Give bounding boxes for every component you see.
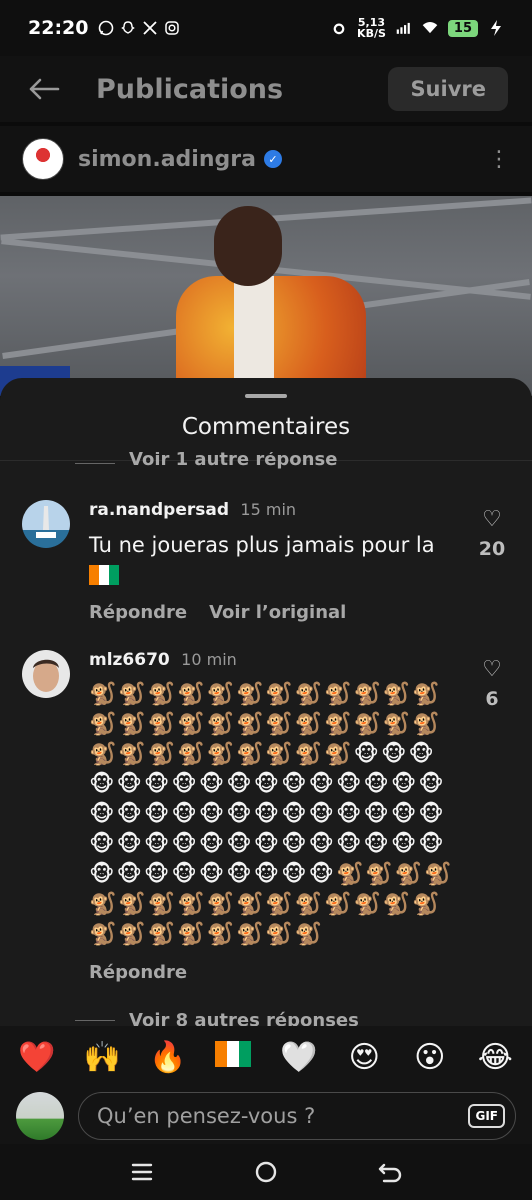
post-image[interactable] [0, 196, 532, 396]
comment-time: 10 min [181, 650, 237, 669]
battery-level: 15 [447, 19, 478, 37]
status-bar: 22:20 5,13 KB/S 15 [0, 0, 532, 56]
whatsapp-icon [98, 20, 114, 36]
cote-divoire-flag-icon [89, 563, 119, 585]
clock: 22:20 [28, 17, 89, 39]
home-icon[interactable] [246, 1152, 286, 1192]
reaction-fire[interactable]: 🔥 [144, 1040, 192, 1075]
see-original-button[interactable]: Voir l’original [209, 602, 346, 623]
quick-reactions-bar: ❤️ 🙌 🔥 🤍 😍 😮 😂 [0, 1026, 532, 1088]
instagram-icon [164, 20, 180, 36]
reply-button[interactable]: Répondre [89, 602, 187, 623]
view-more-replies-link[interactable]: Voir 1 autre réponse [75, 452, 435, 474]
drag-handle[interactable] [245, 394, 287, 398]
current-user-avatar [16, 1092, 64, 1140]
author-avatar[interactable] [22, 138, 64, 180]
post-author-row: simon.adingra ✓ ⋮ [0, 126, 532, 192]
charging-icon [488, 20, 504, 36]
x-icon [142, 20, 158, 36]
reply-button[interactable]: Répondre [89, 962, 187, 983]
comment-username[interactable]: mlz6670 [89, 650, 170, 670]
more-options-icon[interactable]: ⋮ [488, 147, 510, 172]
back-gesture-icon[interactable] [370, 1152, 410, 1192]
page-title: Publications [96, 73, 284, 105]
reaction-red-heart[interactable]: ❤️ [13, 1040, 61, 1075]
gif-button[interactable]: GIF [468, 1104, 505, 1128]
reaction-white-heart[interactable]: 🤍 [275, 1040, 323, 1075]
network-speed: 5,13 KB/S [357, 16, 386, 40]
comment-text: Tu ne joueras plus jamais pour la [89, 530, 464, 590]
comment-item: ra.nandpersad 15 min Tu ne joueras plus … [22, 500, 512, 630]
back-arrow-icon[interactable] [24, 69, 64, 109]
reaction-cote-divoire-flag[interactable] [209, 1040, 257, 1075]
reaction-heart-eyes[interactable]: 😍 [340, 1040, 388, 1075]
snapchat-icon [120, 20, 136, 36]
signal-icon [396, 20, 412, 36]
comment-text: 🐒🐒🐒🐒🐒🐒🐒🐒🐒🐒🐒🐒🐒🐒🐒🐒🐒🐒🐒🐒🐒🐒🐒🐒🐒🐒🐒🐒🐒🐒🐒🐒🐒🐵🐵🐵🐵🐵🐵🐵… [89, 682, 454, 947]
wifi-icon [422, 20, 438, 36]
alarm-icon [331, 20, 347, 36]
follow-button[interactable]: Suivre [388, 67, 508, 111]
comment-composer: Qu’en pensez-vous ? GIF [0, 1088, 532, 1144]
commenter-avatar[interactable] [22, 500, 70, 548]
reaction-laughing[interactable]: 😂 [471, 1040, 519, 1075]
view-more-replies-link[interactable]: Voir 8 autres réponses [75, 1010, 435, 1026]
like-count: 20 [478, 538, 506, 560]
comment-username[interactable]: ra.nandpersad [89, 500, 229, 520]
top-app-bar: Publications Suivre [0, 56, 532, 122]
sheet-title: Commentaires [181, 414, 351, 440]
reaction-surprised[interactable]: 😮 [406, 1040, 454, 1075]
comment-like[interactable]: ♡ 20 [472, 508, 512, 561]
heart-icon[interactable]: ♡ [472, 508, 512, 532]
commenter-avatar[interactable] [22, 650, 70, 698]
recent-apps-icon[interactable] [122, 1152, 162, 1192]
cote-divoire-flag-icon [215, 1040, 252, 1067]
comment-like[interactable]: ♡ 6 [472, 658, 512, 711]
comment-time: 15 min [240, 500, 297, 519]
comment-item: mlz6670 10 min 🐒🐒🐒🐒🐒🐒🐒🐒🐒🐒🐒🐒🐒🐒🐒🐒🐒🐒🐒🐒🐒🐒🐒🐒🐒… [22, 650, 512, 1000]
comment-input[interactable]: Qu’en pensez-vous ? GIF [78, 1092, 516, 1140]
like-count: 6 [485, 688, 499, 710]
comment-input-placeholder[interactable]: Qu’en pensez-vous ? [97, 1104, 468, 1128]
system-navigation-bar [0, 1144, 532, 1200]
heart-icon[interactable]: ♡ [472, 658, 512, 682]
author-username[interactable]: simon.adingra [78, 147, 256, 172]
reaction-raising-hands[interactable]: 🙌 [78, 1040, 126, 1075]
verified-badge-icon: ✓ [263, 150, 282, 168]
